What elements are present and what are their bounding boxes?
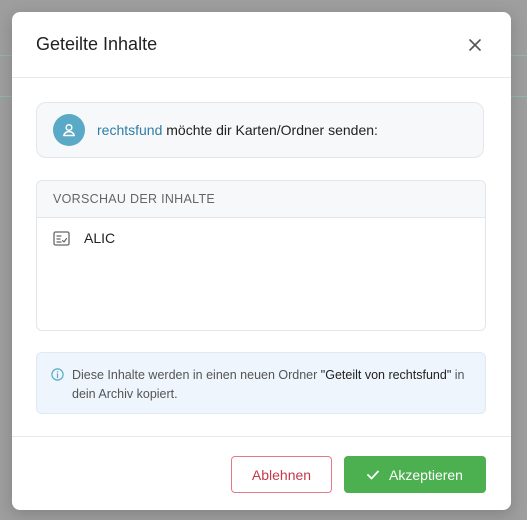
shared-content-dialog: Geteilte Inhalte rechtsfund möchte dir K… (12, 12, 511, 510)
folder-name: "Geteilt von rechtsfund" (320, 368, 452, 382)
info-text: Diese Inhalte werden in einen neuen Ordn… (72, 366, 471, 401)
list-item[interactable]: ALIC (37, 218, 485, 246)
user-icon (53, 114, 85, 146)
dialog-title: Geteilte Inhalte (36, 34, 158, 54)
accept-label: Akzeptieren (389, 466, 463, 483)
dialog-footer: Ablehnen Akzeptieren (12, 436, 511, 510)
info-box: Diese Inhalte werden in einen neuen Ordn… (36, 352, 486, 414)
close-icon[interactable] (463, 33, 487, 57)
preview-panel: VORSCHAU DER INHALTE ALIC (36, 180, 486, 331)
sender-name[interactable]: rechtsfund (97, 122, 162, 138)
sender-message-text: möchte dir Karten/Ordner senden: (162, 122, 378, 138)
info-text-before: Diese Inhalte werden in einen neuen Ordn… (72, 368, 321, 382)
preview-header: VORSCHAU DER INHALTE (37, 181, 485, 218)
sender-message: rechtsfund möchte dir Karten/Ordner send… (97, 122, 378, 138)
info-icon (51, 368, 64, 400)
item-label: ALIC (84, 230, 116, 246)
check-icon (367, 470, 379, 480)
accept-button[interactable]: Akzeptieren (344, 456, 486, 493)
card-icon (53, 230, 70, 246)
decline-button[interactable]: Ablehnen (231, 456, 332, 493)
dialog-header: Geteilte Inhalte (12, 12, 511, 78)
sender-box: rechtsfund möchte dir Karten/Ordner send… (36, 102, 484, 158)
